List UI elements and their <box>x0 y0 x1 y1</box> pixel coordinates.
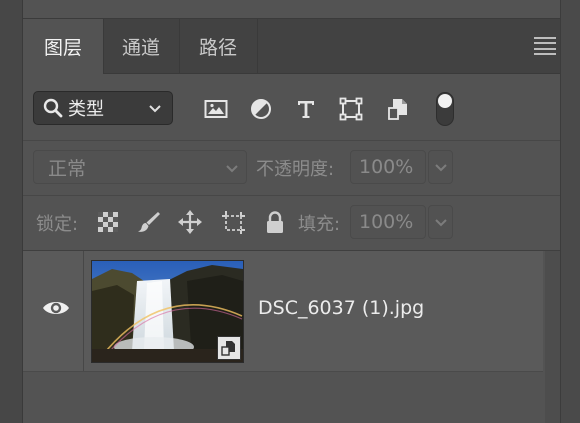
opacity-value: 100% <box>359 156 414 178</box>
layer-list: DSC_6037 (1).jpg <box>23 251 560 423</box>
smart-object-badge-icon <box>217 336 241 360</box>
chevron-down-icon <box>434 219 447 227</box>
filter-toggle-switch[interactable] <box>436 92 454 126</box>
tab-layers-label: 图层 <box>43 37 82 59</box>
lock-options-bar: 锁定: 填充: 100% <box>23 196 560 251</box>
opacity-label: 不透明度: <box>256 159 335 180</box>
layers-panel: 图层 通道 路径 类型 正常 不透明度: 100% 锁定: 填充: 100% D… <box>23 19 560 423</box>
lock-label: 锁定: <box>36 214 79 235</box>
lock-transparent-pixels-icon[interactable] <box>95 209 121 235</box>
visibility-column-divider <box>83 251 84 371</box>
image-filter-icon[interactable] <box>203 96 229 122</box>
fill-input[interactable]: 100% <box>350 205 426 239</box>
right-dock-edge <box>560 0 580 423</box>
left-dock-edge <box>0 0 23 423</box>
panel-tab-bar: 图层 通道 路径 <box>23 19 560 74</box>
chevron-down-icon <box>226 165 238 173</box>
filter-kind-label: 类型 <box>68 99 104 120</box>
eye-icon[interactable] <box>41 296 71 320</box>
layer-name: DSC_6037 (1).jpg <box>258 297 425 319</box>
blend-options-bar: 正常 不透明度: 100% <box>23 141 560 196</box>
opacity-input[interactable]: 100% <box>350 150 426 184</box>
tab-paths-label: 路径 <box>198 36 237 59</box>
layer-filter-bar: 类型 <box>23 74 560 141</box>
tab-channels[interactable]: 通道 <box>103 19 180 73</box>
fill-value: 100% <box>359 211 414 233</box>
filter-kind-dropdown[interactable]: 类型 <box>33 91 173 125</box>
chevron-down-icon <box>434 164 447 172</box>
panel-menu-icon[interactable] <box>534 37 556 55</box>
upper-panel-edge <box>23 0 560 19</box>
shape-filter-icon[interactable] <box>338 96 364 122</box>
search-icon <box>43 98 63 118</box>
layer-thumbnail[interactable] <box>91 260 244 363</box>
toggle-knob <box>438 94 452 108</box>
tab-channels-label: 通道 <box>121 36 160 59</box>
fill-dropdown-button[interactable] <box>428 205 453 239</box>
fill-label: 填充: <box>298 214 341 235</box>
chevron-down-icon <box>149 105 161 113</box>
lock-image-pixels-icon[interactable] <box>136 209 162 235</box>
type-filter-icon[interactable] <box>293 96 319 122</box>
blend-mode-value: 正常 <box>48 157 87 180</box>
tab-layers[interactable]: 图层 <box>23 19 104 74</box>
lock-artboard-icon[interactable] <box>220 209 246 235</box>
lock-all-icon[interactable] <box>262 209 288 235</box>
tab-paths[interactable]: 路径 <box>179 19 258 73</box>
layer-row[interactable]: DSC_6037 (1).jpg <box>23 251 543 372</box>
layer-list-scrollbar[interactable] <box>545 251 560 423</box>
lock-position-icon[interactable] <box>177 209 203 235</box>
adjustment-filter-icon[interactable] <box>248 96 274 122</box>
opacity-dropdown-button[interactable] <box>428 150 453 184</box>
smart-object-filter-icon[interactable] <box>385 96 411 122</box>
blend-mode-dropdown[interactable]: 正常 <box>33 150 247 184</box>
